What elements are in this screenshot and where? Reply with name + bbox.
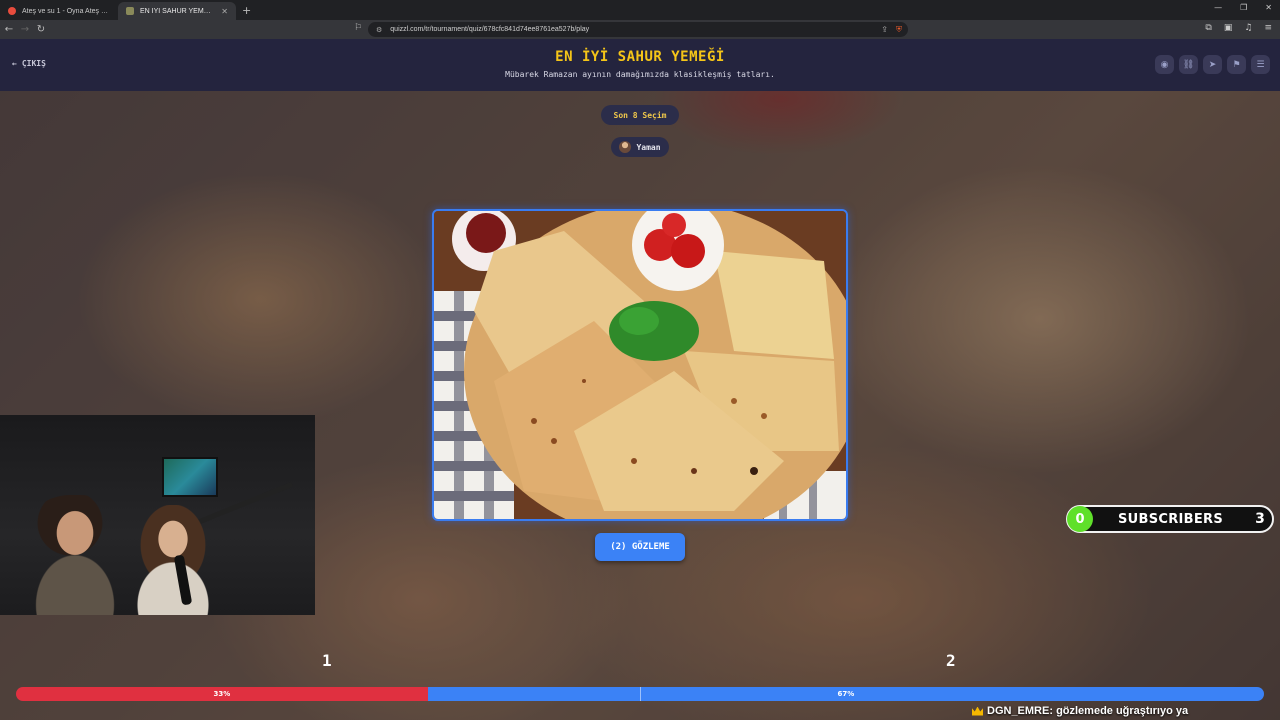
address-bar[interactable]: ⚙ quizzl.com/tr/tournament/quiz/678cfc84… <box>368 22 908 37</box>
tomato <box>671 234 705 268</box>
chat-message: DGN_EMRE : gözlemede uğraştırıyo ya <box>972 703 1188 719</box>
send-icon[interactable]: ➤ <box>1203 55 1222 74</box>
restore-icon[interactable]: ❐ <box>1240 3 1247 12</box>
quiz-app: ← ÇIKIŞ EN İYİ SAHUR YEMEĞİ Mübarek Rama… <box>0 39 1280 720</box>
extensions-icon[interactable]: ⧉ <box>1205 23 1211 33</box>
close-window-icon[interactable]: ✕ <box>1265 3 1272 12</box>
browser-menu-icon[interactable]: ≡ <box>1264 23 1272 33</box>
parsley <box>609 301 699 361</box>
browser-tab-active[interactable]: EN İYİ SAHUR YEMEĞİ - Tier List ✕ <box>118 2 236 20</box>
eye-icon[interactable]: ◉ <box>1155 55 1174 74</box>
close-tab-icon[interactable]: ✕ <box>221 7 228 16</box>
tab-label: EN İYİ SAHUR YEMEĞİ - Tier List <box>140 7 216 15</box>
new-tab-button[interactable]: + <box>236 4 257 20</box>
tab-favicon-icon <box>126 7 134 15</box>
tab-favicon-icon <box>8 7 16 15</box>
subscriber-label: SUBSCRIBERS <box>1117 511 1224 527</box>
site-info-icon[interactable]: ⚙ <box>376 26 382 34</box>
back-icon[interactable]: ← <box>2 24 16 35</box>
minimize-icon[interactable]: — <box>1214 3 1222 12</box>
page-title: EN İYİ SAHUR YEMEĞİ <box>555 49 725 65</box>
bookmark-icon[interactable]: ⚐ <box>354 23 362 33</box>
forward-icon[interactable]: → <box>18 24 32 35</box>
browser-toolbar: ← → ↻ ⚐ ⚙ quizzl.com/tr/tournament/quiz/… <box>0 20 1280 39</box>
monitor <box>162 457 218 497</box>
round-badge: Son 8 Seçim <box>601 105 679 125</box>
header-actions: ◉ ⛓ ➤ ⚑ ☰ <box>1155 55 1270 74</box>
choice-select-button[interactable]: (2) GÖZLEME <box>595 533 685 561</box>
subscriber-widget: 0 SUBSCRIBERS 3 <box>1066 505 1274 533</box>
subscriber-count-left: 0 <box>1067 506 1093 532</box>
choice-image-card[interactable] <box>432 209 848 521</box>
url-text: quizzl.com/tr/tournament/quiz/678cfc841d… <box>390 26 590 33</box>
browser-tab-inactive[interactable]: Ateş ve su 1 - Oyna Ateş ve su 1 Oyu <box>0 2 118 20</box>
tab-label: Ateş ve su 1 - Oyna Ateş ve su 1 Oyu <box>22 7 110 15</box>
option-two-number: 2 <box>946 651 956 670</box>
streamer-person <box>20 495 130 615</box>
share-icon[interactable]: ⇪ <box>881 25 888 34</box>
gozleme-photo <box>434 211 846 519</box>
avatar <box>619 141 632 153</box>
guest-person <box>118 505 228 615</box>
browser-tab-strip: Ateş ve su 1 - Oyna Ateş ve su 1 Oyu EN … <box>0 0 1280 20</box>
subscriber-count-right: 3 <box>1255 511 1265 527</box>
page-subtitle: Mübarek Ramazan ayının damağımızda klasi… <box>505 70 775 79</box>
flag-icon[interactable]: ⚑ <box>1227 55 1246 74</box>
vote-bar-midline <box>640 687 641 701</box>
vote-percent-two: 67% <box>837 690 855 698</box>
reload-icon[interactable]: ↻ <box>34 24 48 35</box>
tea-glass <box>466 213 506 253</box>
user-badge: Yaman <box>611 137 669 157</box>
window-controls: — ❐ ✕ <box>1214 3 1272 12</box>
extension-icons: ⧉ ▣ ♫ ≡ <box>1205 23 1272 33</box>
chat-text: : gözlemede uğraştırıyo ya <box>1049 705 1189 717</box>
crown-icon <box>972 706 983 716</box>
vote-bar-option-one: 33% <box>16 687 428 701</box>
vote-bar-option-two: 67% <box>427 687 1264 701</box>
menu-icon[interactable]: ☰ <box>1251 55 1270 74</box>
sidebar-icon[interactable]: ▣ <box>1224 23 1233 33</box>
vote-progress-bar: 33% 67% <box>16 687 1264 701</box>
user-name: Yaman <box>636 142 661 152</box>
webcam-overlay <box>0 415 315 615</box>
tomato <box>662 213 686 237</box>
media-icon[interactable]: ♫ <box>1244 23 1252 33</box>
link-icon[interactable]: ⛓ <box>1179 55 1198 74</box>
brave-shield-icon[interactable]: ⛨ <box>896 25 902 35</box>
chat-username: DGN_EMRE <box>987 705 1050 717</box>
quiz-header: ← ÇIKIŞ EN İYİ SAHUR YEMEĞİ Mübarek Rama… <box>0 39 1280 91</box>
option-one-number: 1 <box>322 651 332 670</box>
vote-percent-one: 33% <box>213 690 231 698</box>
